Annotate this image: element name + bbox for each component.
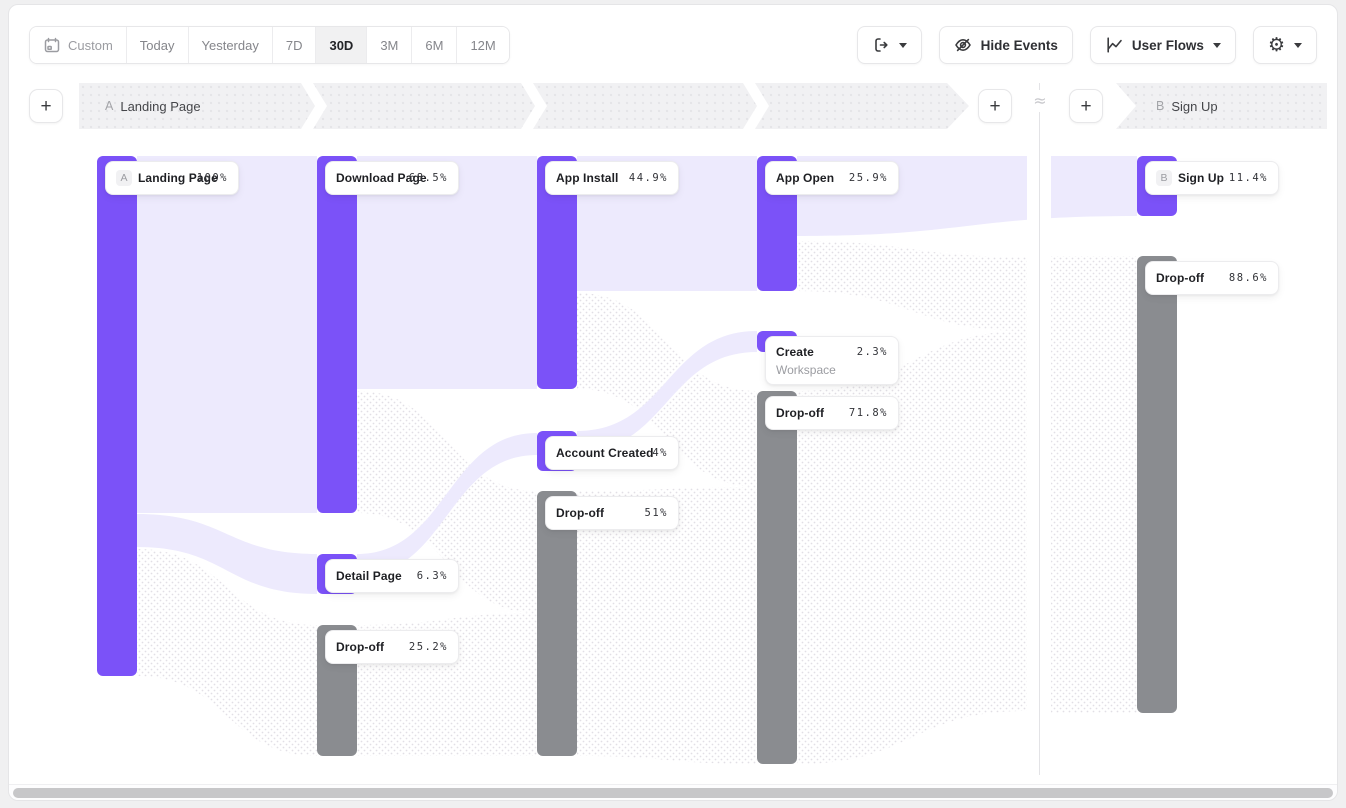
node-value: 25.2% xyxy=(409,641,448,653)
date-range-today[interactable]: Today xyxy=(126,27,188,63)
label-open[interactable]: App Open 25.9% xyxy=(765,161,899,195)
date-range-30d[interactable]: 30D xyxy=(315,27,366,63)
settings-button[interactable]: ⚙ xyxy=(1253,26,1317,64)
node-value: 44.9% xyxy=(629,172,668,184)
step-badge-b: B xyxy=(1156,170,1172,186)
add-step-button-left[interactable]: + xyxy=(29,89,63,123)
node-value: 88.6% xyxy=(1229,272,1268,284)
node-label: Account Created xyxy=(556,446,654,460)
step-a-badge: A xyxy=(105,99,113,113)
date-range-label: 7D xyxy=(286,38,303,53)
toolbar-right-controls: Hide Events User Flows ⚙ xyxy=(857,26,1317,64)
node-value: 11.4% xyxy=(1229,172,1268,184)
export-icon xyxy=(872,36,890,54)
date-range-label: 30D xyxy=(329,38,353,53)
date-range-12m[interactable]: 12M xyxy=(456,27,508,63)
chevron-down-icon xyxy=(1294,43,1302,48)
node-value: 51% xyxy=(645,507,668,519)
node-label: Drop-off xyxy=(776,406,824,420)
hide-events-button[interactable]: Hide Events xyxy=(939,26,1073,64)
horizontal-scrollbar-thumb[interactable] xyxy=(13,788,1333,798)
node-value: 68.5% xyxy=(409,172,448,184)
node-value: 25.9% xyxy=(849,172,888,184)
label-detail[interactable]: Detail Page 6.3% xyxy=(325,559,459,593)
section-divider xyxy=(1039,83,1040,775)
flow-landing-to-dropoff-1 xyxy=(137,549,317,756)
bar-download[interactable] xyxy=(317,156,357,513)
node-label: App Open xyxy=(776,171,834,185)
date-range-yesterday[interactable]: Yesterday xyxy=(188,27,272,63)
funnel-step-band-b[interactable]: B Sign Up xyxy=(1116,83,1327,129)
node-label: Drop-off xyxy=(556,506,604,520)
add-step-button-b-start[interactable]: + xyxy=(1069,89,1103,123)
label-account[interactable]: Account Created4% xyxy=(545,436,679,470)
node-label: Create xyxy=(776,345,814,359)
node-label: App Install xyxy=(556,171,618,185)
node-value: 2.3% xyxy=(857,346,888,358)
chevron-down-icon xyxy=(1213,43,1221,48)
bar-dropoff-2[interactable] xyxy=(537,491,577,756)
flow-landing-to-detail xyxy=(137,514,317,594)
user-flows-label: User Flows xyxy=(1132,38,1204,53)
step-b-label: Sign Up xyxy=(1171,99,1217,114)
node-label-line2: Workspace xyxy=(776,363,888,377)
label-dropoff-1[interactable]: Drop-off 25.2% xyxy=(325,630,459,664)
chevron-separator-icon xyxy=(301,83,327,129)
horizontal-scrollbar-track xyxy=(9,784,1337,800)
date-range-group: Custom Today Yesterday 7D 30D 3M 6M 12M xyxy=(29,26,510,64)
label-dropoff-2[interactable]: Drop-off 51% xyxy=(545,496,679,530)
label-install[interactable]: App Install 44.9% xyxy=(545,161,679,195)
approx-connector: ≈ xyxy=(1027,90,1053,112)
label-landing[interactable]: ALanding Page100% xyxy=(105,161,239,195)
toolbar: Custom Today Yesterday 7D 30D 3M 6M 12M Hide Ev… xyxy=(29,26,1317,64)
date-range-7d[interactable]: 7D xyxy=(272,27,316,63)
chevron-down-icon xyxy=(899,43,907,48)
node-value: 4% xyxy=(652,447,668,459)
date-range-label: 12M xyxy=(470,38,495,53)
label-create-workspace[interactable]: Create 2.3% Workspace xyxy=(765,336,899,385)
chevron-separator-icon xyxy=(743,83,769,129)
user-flows-button[interactable]: User Flows xyxy=(1090,26,1236,64)
flow-open-to-dropoff-4 xyxy=(797,241,1027,331)
chevron-separator-icon xyxy=(521,83,547,129)
node-value: 6.3% xyxy=(417,570,448,582)
node-label: Drop-off xyxy=(336,640,384,654)
calendar-icon xyxy=(43,36,61,54)
step-b-badge: B xyxy=(1156,99,1164,113)
node-label: Drop-off xyxy=(1156,271,1204,285)
bar-landing[interactable] xyxy=(97,156,137,676)
flow-section-gap-to-dropoff-4 xyxy=(1051,256,1137,713)
user-flows-panel: Custom Today Yesterday 7D 30D 3M 6M 12M Hide Ev… xyxy=(8,4,1338,801)
line-chart-icon xyxy=(1105,36,1123,54)
bar-dropoff-3[interactable] xyxy=(757,391,797,764)
add-step-button-a-end[interactable]: + xyxy=(978,89,1012,123)
label-download[interactable]: Download Page68.5% xyxy=(325,161,459,195)
gear-icon: ⚙ xyxy=(1268,36,1285,55)
node-value: 71.8% xyxy=(849,407,888,419)
node-label: Detail Page xyxy=(336,569,402,583)
funnel-step-band-a[interactable]: A Landing Page xyxy=(79,83,969,129)
date-range-label: 3M xyxy=(380,38,398,53)
date-range-3m[interactable]: 3M xyxy=(366,27,411,63)
export-button[interactable] xyxy=(857,26,922,64)
date-range-label: 6M xyxy=(425,38,443,53)
hide-events-label: Hide Events xyxy=(981,38,1058,53)
flow-account-to-create-workspace xyxy=(577,331,757,452)
label-dropoff-3[interactable]: Drop-off 71.8% xyxy=(765,396,899,430)
node-label: Sign Up xyxy=(1178,171,1224,185)
label-signup[interactable]: B Sign Up 11.4% xyxy=(1145,161,1279,195)
eye-off-icon xyxy=(954,36,972,54)
label-dropoff-4[interactable]: Drop-off 88.6% xyxy=(1145,261,1279,295)
step-a-label: Landing Page xyxy=(120,99,200,114)
date-range-custom[interactable]: Custom xyxy=(30,27,126,63)
date-range-label: Custom xyxy=(68,38,113,53)
date-range-label: Yesterday xyxy=(202,38,259,53)
date-range-6m[interactable]: 6M xyxy=(411,27,456,63)
date-range-label: Today xyxy=(140,38,175,53)
bar-dropoff-4[interactable] xyxy=(1137,256,1177,713)
step-badge-a: A xyxy=(116,170,132,186)
node-value: 100% xyxy=(197,172,228,184)
flow-landing-to-download xyxy=(137,156,317,513)
flow-detail-to-account xyxy=(357,433,537,576)
